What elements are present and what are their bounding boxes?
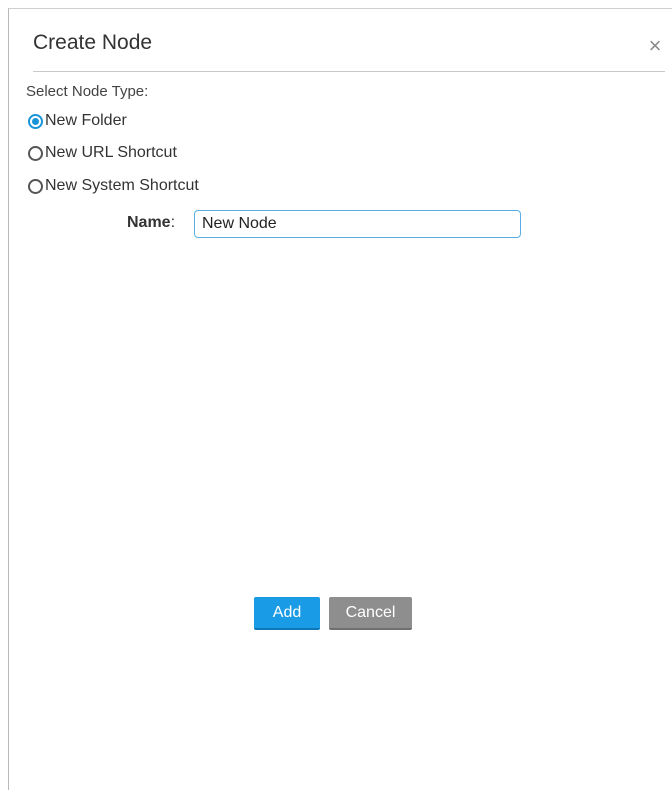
name-label-text: Name (127, 214, 171, 231)
close-icon[interactable]: × (645, 35, 665, 57)
radio-new-url-shortcut[interactable]: New URL Shortcut (28, 143, 177, 163)
radio-new-folder[interactable]: New Folder (28, 111, 127, 131)
radio-label: New URL Shortcut (45, 144, 177, 161)
add-button[interactable]: Add (254, 597, 320, 630)
name-input[interactable] (194, 210, 521, 238)
select-node-type-label: Select Node Type: (26, 83, 149, 100)
radio-unselected-icon[interactable] (28, 145, 43, 161)
radio-selected-icon[interactable] (28, 113, 43, 129)
radio-label: New System Shortcut (45, 177, 199, 194)
name-label: Name: (127, 214, 175, 232)
radio-label: New Folder (45, 112, 127, 129)
radio-unselected-icon[interactable] (28, 178, 43, 194)
radio-new-system-shortcut[interactable]: New System Shortcut (28, 176, 199, 196)
dialog-header: Create Node × (33, 9, 665, 72)
cancel-button[interactable]: Cancel (329, 597, 412, 630)
name-label-colon: : (170, 214, 176, 231)
dialog-title: Create Node (33, 31, 153, 54)
